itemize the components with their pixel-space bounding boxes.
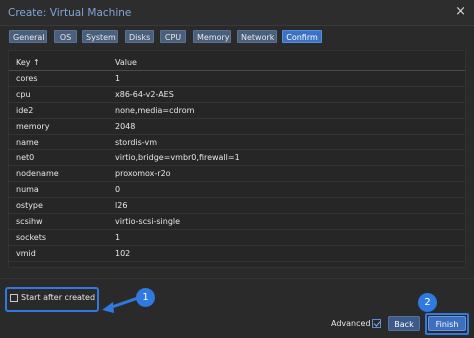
row-key: scsihw (16, 217, 43, 227)
advanced-checkbox[interactable] (372, 319, 381, 328)
table-row[interactable]: numa 0 (9, 182, 465, 199)
grid-rows: cores 1 cpu x86-64-v2-AES ide2 none,media=c… (9, 71, 465, 262)
table-row[interactable]: vmid 102 (9, 246, 465, 262)
annotation-badge-1: 1 (136, 288, 155, 307)
row-key: cpu (16, 89, 31, 99)
tab-network[interactable]: Network (237, 30, 277, 43)
table-row[interactable]: memory 2048 (9, 119, 465, 135)
tab-confirm[interactable]: Confirm (282, 30, 322, 43)
table-row[interactable]: ide2 none,media=cdrom (9, 103, 465, 119)
tab-cpu[interactable]: CPU (160, 30, 186, 43)
table-row[interactable]: cores 1 (9, 71, 465, 87)
annotation-badge-2: 2 (418, 293, 437, 312)
row-value: x86-64-v2-AES (115, 89, 174, 99)
row-key: name (16, 137, 39, 147)
window-title: Create: Virtual Machine (8, 7, 132, 19)
tab-memory[interactable]: Memory (193, 30, 231, 43)
row-value: l26 (115, 201, 128, 211)
window-titlebar: Create: Virtual Machine × (0, 0, 474, 26)
row-key: net0 (16, 153, 35, 163)
tab-general[interactable]: General (9, 30, 47, 43)
row-value: 1 (115, 74, 121, 83)
table-row[interactable]: name stordis-vm (9, 135, 465, 151)
row-key: cores (16, 74, 38, 83)
row-value: none,media=cdrom (115, 105, 195, 115)
table-row[interactable]: cpu x86-64-v2-AES (9, 87, 465, 103)
row-value: stordis-vm (115, 137, 158, 147)
grid-header: Key ↑ Value (9, 54, 465, 71)
row-key: nodename (16, 169, 59, 179)
start-after-created-label[interactable]: Start after created (21, 293, 95, 302)
table-row[interactable]: sockets 1 (9, 230, 465, 246)
tab-disks[interactable]: Disks (125, 30, 154, 43)
summary-grid: Key ↑ Value cores 1 cpu x86-64-v2-AES ide2… (8, 50, 466, 268)
advanced-label[interactable]: Advanced (331, 319, 371, 328)
row-key: sockets (16, 232, 47, 242)
back-button[interactable]: Back (388, 316, 420, 331)
row-key: memory (16, 121, 50, 131)
table-row[interactable]: scsihw virtio-scsi-single (9, 214, 465, 230)
finish-button[interactable]: Finish (428, 316, 466, 331)
close-icon[interactable]: × (455, 4, 466, 20)
table-row[interactable]: nodename proxomox-r2o (9, 166, 465, 183)
row-value: 102 (115, 248, 131, 258)
table-row[interactable]: ostype l26 (9, 198, 465, 215)
tab-system[interactable]: System (82, 30, 118, 43)
row-value: 0 (115, 185, 121, 195)
start-after-created-checkbox[interactable] (10, 294, 18, 302)
column-header-key[interactable]: Key ↑ (16, 58, 40, 67)
row-value: virtio,bridge=vmbr0,firewall=1 (115, 153, 240, 163)
row-key: vmid (16, 248, 36, 258)
row-value: proxomox-r2o (115, 169, 171, 179)
column-header-value[interactable]: Value (115, 58, 137, 67)
annotation-arrow-icon (102, 296, 139, 313)
table-row[interactable]: net0 virtio,bridge=vmbr0,firewall=1 (9, 150, 465, 167)
row-value: 1 (115, 232, 121, 242)
row-key: ostype (16, 201, 43, 211)
footer-divider (0, 278, 474, 279)
row-value: 2048 (115, 121, 136, 131)
tab-os[interactable]: OS (54, 30, 77, 43)
row-key: numa (16, 185, 39, 195)
row-key: ide2 (16, 105, 34, 115)
row-value: virtio-scsi-single (115, 217, 181, 227)
